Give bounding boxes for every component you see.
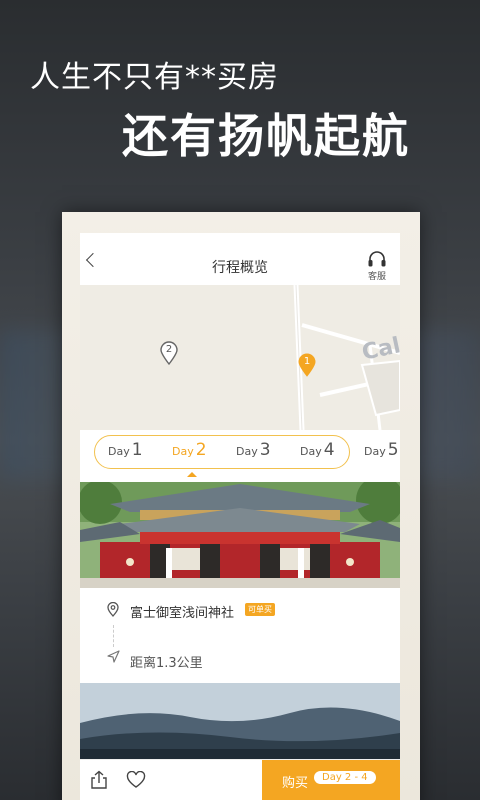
heart-icon[interactable] bbox=[126, 771, 146, 789]
navigation-arrow-icon bbox=[107, 650, 120, 663]
day-tab-5[interactable]: Day 5 bbox=[364, 440, 399, 460]
map-roads bbox=[293, 285, 400, 430]
promo-line-2: 还有扬帆起航 bbox=[122, 109, 410, 163]
buyable-badge: 可单买 bbox=[245, 603, 275, 616]
share-icon[interactable] bbox=[90, 770, 108, 790]
day-prefix: Day bbox=[108, 445, 130, 458]
headset-icon bbox=[368, 251, 386, 267]
page-title: 行程概览 bbox=[212, 260, 268, 276]
route-connector bbox=[113, 625, 114, 647]
shrine-photo[interactable] bbox=[80, 482, 400, 588]
place-name: 富士御室浅间神社 bbox=[130, 606, 235, 621]
place-card[interactable]: 富士御室浅间神社 可单买 距离1.3公里 bbox=[80, 588, 400, 683]
day-number: 1 bbox=[131, 440, 143, 460]
day-prefix: Day bbox=[300, 445, 322, 458]
buy-label: 购买 bbox=[282, 776, 309, 791]
day-prefix: Day bbox=[236, 445, 258, 458]
day-number: 3 bbox=[259, 440, 271, 460]
promo-line-1: 人生不只有**买房 bbox=[30, 60, 279, 95]
shrine-illustration bbox=[80, 482, 400, 588]
day-prefix: Day bbox=[172, 445, 194, 458]
app-screen: 行程概览 客服 Cal 2 1 Day 1 Day 2 Day 3 Day 4 … bbox=[80, 233, 400, 800]
top-bar: 行程概览 客服 bbox=[80, 233, 400, 285]
buy-day-range: Day 2 - 4 bbox=[314, 771, 376, 784]
coastal-photo[interactable] bbox=[80, 683, 400, 763]
customer-service-label: 客服 bbox=[367, 272, 386, 282]
bottom-action-bar: 购买 Day 2 - 4 bbox=[80, 759, 400, 800]
day-selector: Day 1 Day 2 Day 3 Day 4 Day 5 bbox=[80, 430, 400, 482]
day-prefix: Day bbox=[364, 445, 386, 458]
map-pin-number: 1 bbox=[303, 356, 311, 367]
customer-service-button[interactable]: 客服 bbox=[364, 250, 390, 282]
day-tab-2[interactable]: Day 2 bbox=[172, 440, 207, 460]
location-pin-icon bbox=[107, 602, 119, 617]
route-map[interactable]: Cal 2 1 bbox=[80, 285, 400, 430]
day-tab-3[interactable]: Day 3 bbox=[236, 440, 271, 460]
day-number: 4 bbox=[323, 440, 335, 460]
day-number: 5 bbox=[387, 440, 399, 460]
buy-button[interactable]: 购买 Day 2 - 4 bbox=[262, 760, 400, 800]
day-number: 2 bbox=[195, 440, 207, 460]
active-day-caret bbox=[187, 472, 197, 477]
coastal-illustration bbox=[80, 683, 400, 763]
day-tab-4[interactable]: Day 4 bbox=[300, 440, 335, 460]
distance-text: 距离1.3公里 bbox=[130, 656, 203, 671]
day-tab-1[interactable]: Day 1 bbox=[108, 440, 143, 460]
map-pin-day-2[interactable]: 2 bbox=[160, 341, 178, 365]
map-pin-number: 2 bbox=[165, 344, 173, 355]
map-pin-day-1[interactable]: 1 bbox=[298, 353, 316, 377]
